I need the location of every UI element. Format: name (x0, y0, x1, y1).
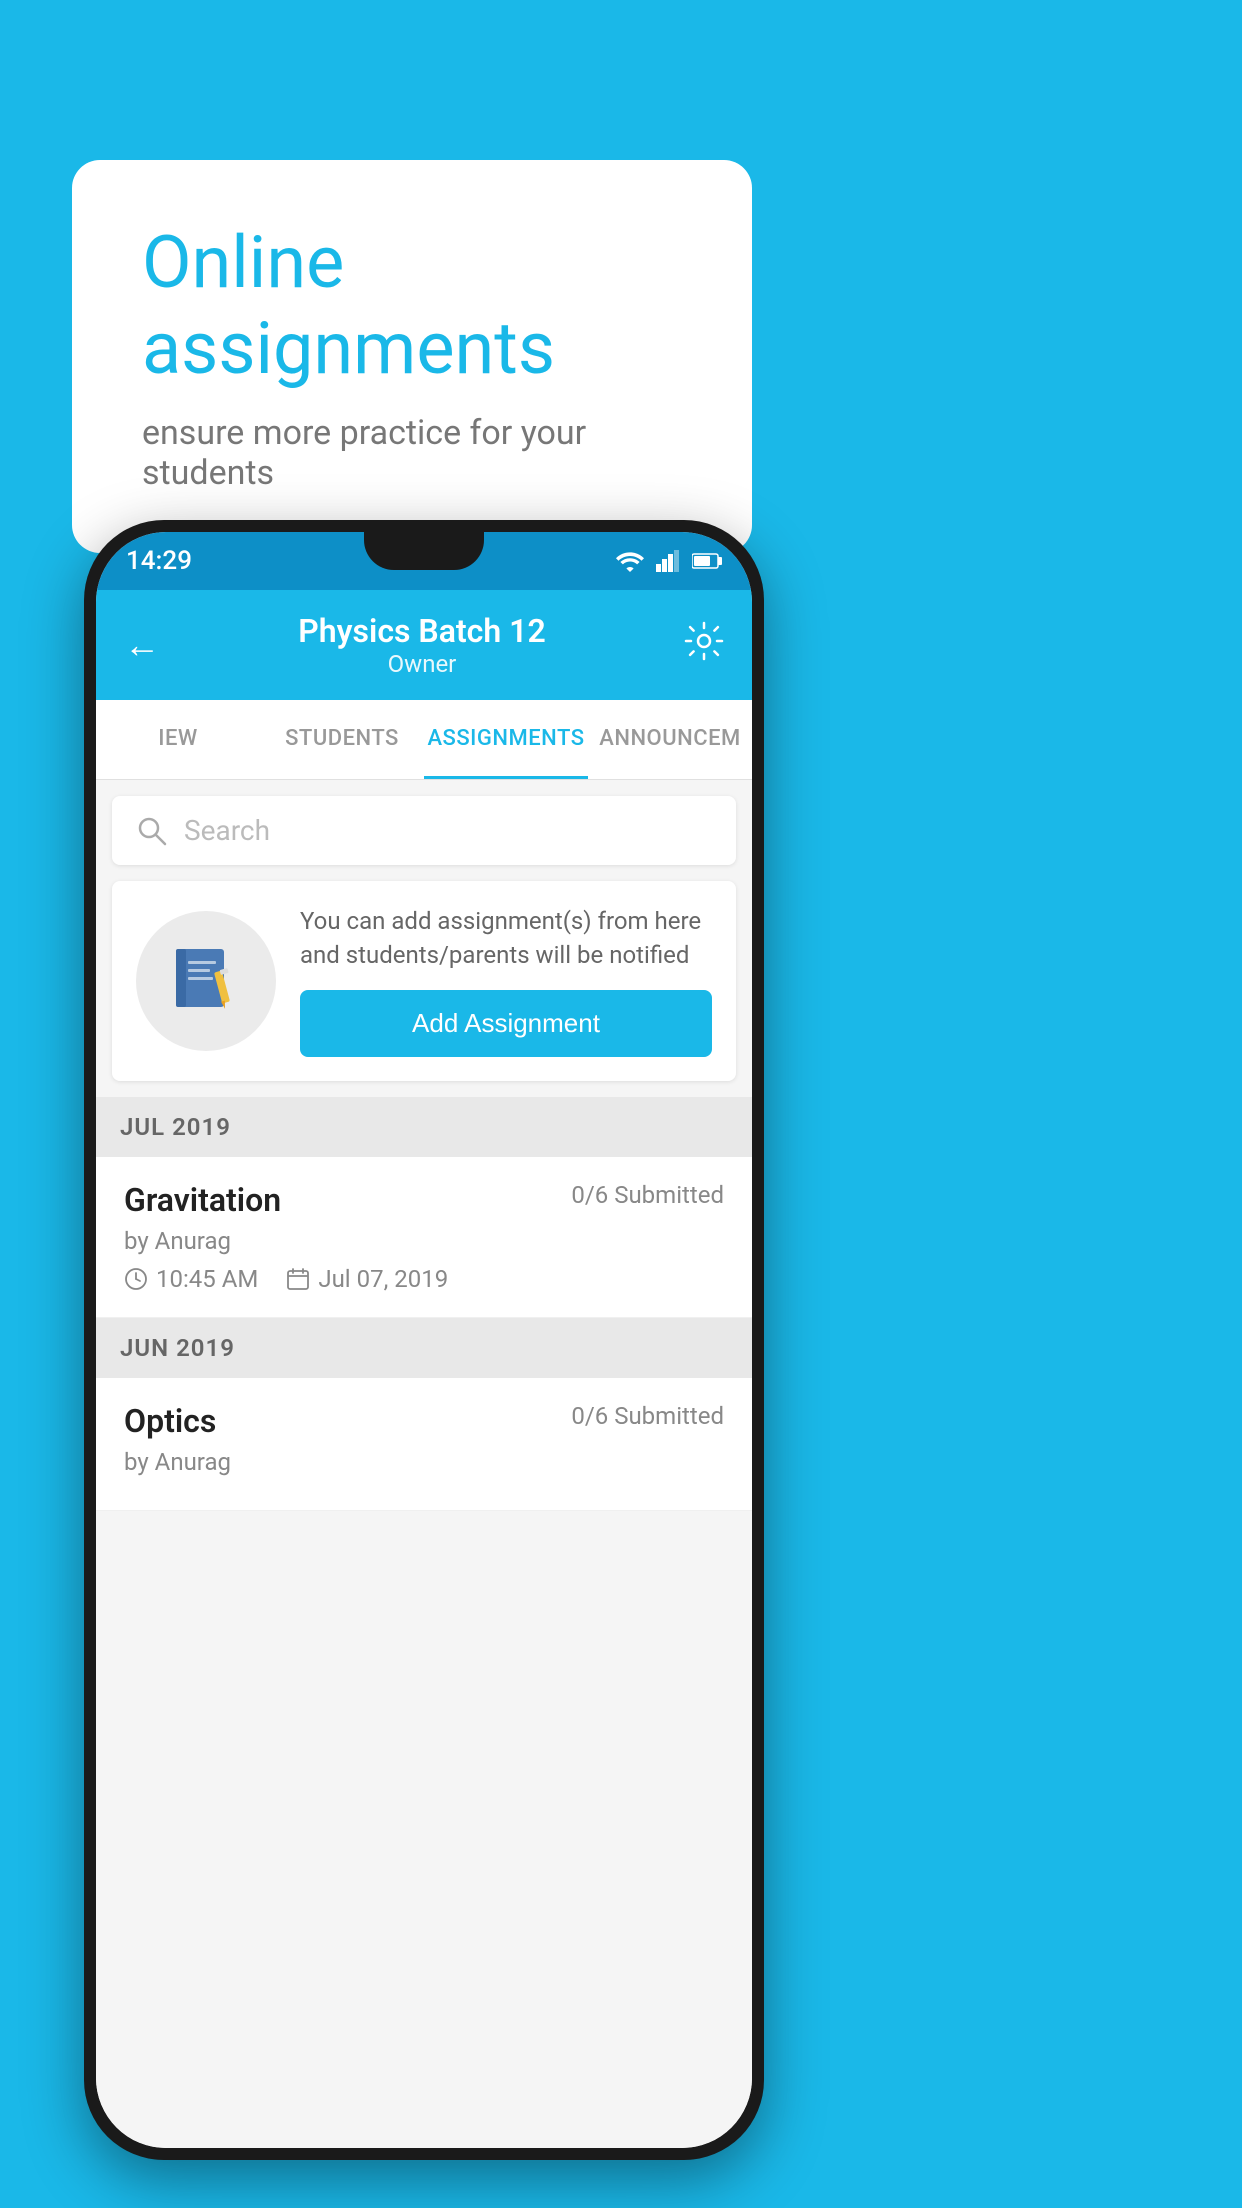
assignment-row1: Gravitation 0/6 Submitted (124, 1181, 724, 1219)
assignment-status-gravitation: 0/6 Submitted (571, 1181, 724, 1209)
calendar-icon (286, 1267, 310, 1291)
search-placeholder: Search (184, 814, 270, 847)
settings-button[interactable] (684, 621, 724, 670)
app-header: ← Physics Batch 12 Owner (96, 590, 752, 700)
header-title: Physics Batch 12 (298, 612, 545, 650)
gear-icon (684, 621, 724, 661)
phone-inner: 14:29 (96, 532, 752, 2148)
header-title-group: Physics Batch 12 Owner (298, 612, 545, 678)
phone-frame: 14:29 (84, 520, 764, 2160)
assignment-status-optics: 0/6 Submitted (571, 1402, 724, 1430)
status-time: 14:29 (126, 546, 192, 576)
notch (364, 532, 484, 570)
assignment-title-gravitation: Gravitation (124, 1181, 281, 1219)
battery-icon (692, 552, 722, 570)
wifi-icon (616, 550, 644, 572)
search-icon (136, 815, 168, 847)
speech-bubble-container: Online assignments ensure more practice … (72, 160, 752, 553)
assignment-author-gravitation: by Anurag (124, 1227, 724, 1255)
assignment-author-optics: by Anurag (124, 1448, 724, 1476)
speech-bubble: Online assignments ensure more practice … (72, 160, 752, 553)
section-header-jun: JUN 2019 (96, 1318, 752, 1378)
bubble-title: Online assignments (142, 220, 682, 393)
promo-text: You can add assignment(s) from here and … (300, 905, 712, 972)
add-assignment-button[interactable]: Add Assignment (300, 990, 712, 1057)
assignment-date-gravitation: Jul 07, 2019 (286, 1265, 448, 1293)
content-scroll: Search (96, 780, 752, 2148)
assignment-title-optics: Optics (124, 1402, 216, 1440)
clock-icon (124, 1267, 148, 1291)
tab-announcements[interactable]: ANNOUNCEM (588, 700, 752, 779)
header-subtitle: Owner (298, 650, 545, 678)
search-bar[interactable]: Search (112, 796, 736, 865)
bubble-subtitle: ensure more practice for your students (142, 413, 682, 493)
assignment-meta-gravitation: 10:45 AM Jul 07, 2019 (124, 1265, 724, 1293)
assignment-row1-optics: Optics 0/6 Submitted (124, 1402, 724, 1440)
notebook-icon (166, 941, 246, 1021)
assignment-item-optics[interactable]: Optics 0/6 Submitted by Anurag (96, 1378, 752, 1511)
tabs-bar: IEW STUDENTS ASSIGNMENTS ANNOUNCEM (96, 700, 752, 780)
status-bar: 14:29 (96, 532, 752, 590)
tab-students[interactable]: STUDENTS (260, 700, 424, 779)
signal-icon (656, 550, 680, 572)
section-header-jul: JUL 2019 (96, 1097, 752, 1157)
tab-assignments[interactable]: ASSIGNMENTS (424, 700, 588, 779)
promo-card: You can add assignment(s) from here and … (112, 881, 736, 1081)
promo-icon-circle (136, 911, 276, 1051)
back-button[interactable]: ← (124, 624, 160, 666)
tab-iew[interactable]: IEW (96, 700, 260, 779)
assignment-item-gravitation[interactable]: Gravitation 0/6 Submitted by Anurag 10:4… (96, 1157, 752, 1318)
status-icons (616, 550, 722, 572)
assignment-time-gravitation: 10:45 AM (124, 1265, 258, 1293)
promo-content: You can add assignment(s) from here and … (300, 905, 712, 1057)
